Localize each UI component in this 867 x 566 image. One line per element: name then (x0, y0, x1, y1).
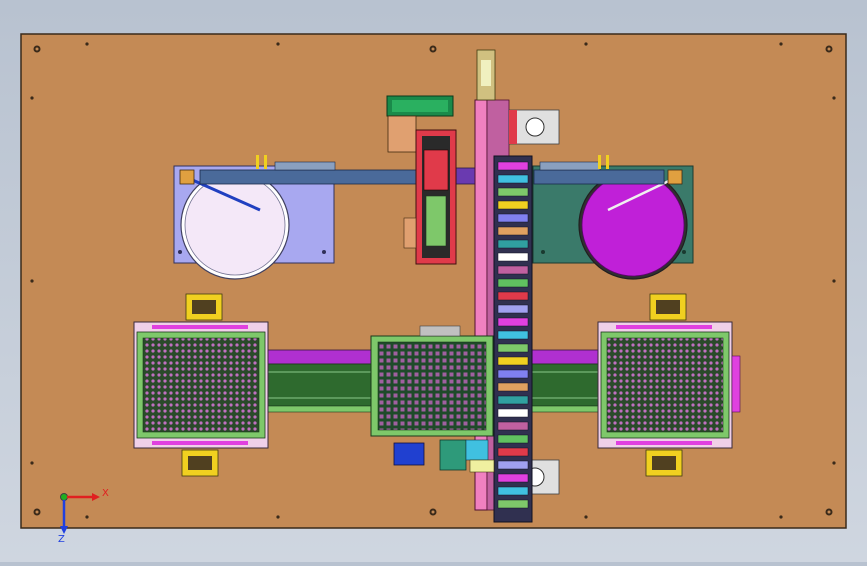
chain-link (497, 213, 529, 223)
chain-link (497, 239, 529, 249)
chain-link (497, 252, 529, 262)
chain-link (497, 499, 529, 509)
chain-link (497, 395, 529, 405)
center-tray (370, 325, 494, 437)
chain-link (497, 161, 529, 171)
chain-link (497, 343, 529, 353)
chain-link (497, 369, 529, 379)
chain-link (497, 421, 529, 431)
cad-viewport[interactable]: X Z (0, 0, 867, 562)
chain-link (497, 291, 529, 301)
z-axis-label: Z (58, 534, 65, 545)
drag-chain (493, 155, 533, 523)
chain-link (497, 174, 529, 184)
chain-link (497, 226, 529, 236)
chain-link (497, 200, 529, 210)
chain-link (497, 434, 529, 444)
chain-link (497, 447, 529, 457)
chain-link (497, 278, 529, 288)
chain-link (497, 356, 529, 366)
chain-link (497, 473, 529, 483)
chain-link (497, 265, 529, 275)
cad-drawing: X Z (20, 33, 847, 545)
chain-link (497, 330, 529, 340)
chain-link (497, 486, 529, 496)
chain-link (497, 408, 529, 418)
chain-link (497, 460, 529, 470)
chain-link (497, 317, 529, 327)
chain-link (497, 382, 529, 392)
chain-link (497, 304, 529, 314)
x-axis-label: X (102, 488, 109, 499)
chain-link (497, 187, 529, 197)
